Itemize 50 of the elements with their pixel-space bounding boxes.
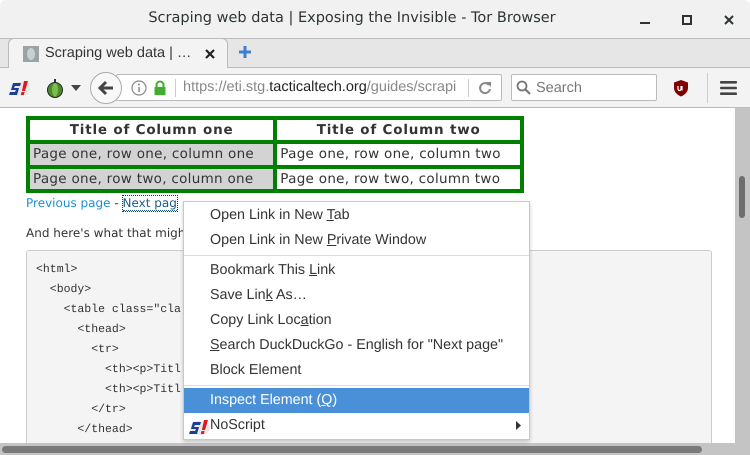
- previous-page-link[interactable]: Previous page: [26, 196, 110, 210]
- code-line: <html>: [36, 262, 78, 278]
- table-cell: Page one, row one, column one: [30, 144, 274, 164]
- url-text: https://eti.stg.tacticaltech.org/guides/scrapi: [183, 78, 458, 97]
- favicon-icon: [23, 46, 39, 62]
- next-page-link[interactable]: Next pag: [122, 196, 177, 211]
- lock-icon: [153, 80, 167, 96]
- noscript-icon: [189, 418, 211, 436]
- info-icon[interactable]: [131, 80, 147, 96]
- onion-icon[interactable]: [46, 78, 64, 98]
- column-header: Title of Column two: [277, 120, 520, 140]
- menu-item[interactable]: Search DuckDuckGo - English for "Next page": [184, 333, 529, 358]
- reload-icon[interactable]: [478, 80, 492, 94]
- window-title: Scraping web data | Exposing the Invisible - Tor Browser: [147, 9, 557, 28]
- address-bar[interactable]: https://eti.stg.tacticaltech.org/guides/scrapi: [116, 74, 502, 101]
- submenu-arrow-icon: [516, 421, 521, 430]
- table-cell: Page one, row two, column one: [30, 168, 274, 189]
- column-header: Title of Column one: [30, 120, 274, 140]
- table-cell: Page one, row one, column two: [277, 144, 520, 164]
- code-line: <thead>: [76, 322, 126, 338]
- separator-text: -: [114, 196, 119, 210]
- code-line: </thead>: [76, 422, 133, 438]
- menu-item[interactable]: Block Element: [184, 358, 529, 383]
- back-arrow-icon: [98, 80, 114, 96]
- menu-item[interactable]: Bookmark This Link: [184, 258, 529, 283]
- minimize-icon: [640, 22, 650, 24]
- code-line: </tr>: [90, 402, 126, 418]
- code-line: <body>: [48, 282, 92, 298]
- code-line: <th><p>Titl: [104, 382, 181, 398]
- maximize-icon: [681, 14, 693, 26]
- search-field[interactable]: Search: [511, 74, 657, 101]
- menu-item[interactable]: Copy Link Location: [184, 308, 529, 333]
- close-icon[interactable]: [205, 48, 215, 58]
- code-line: <th><p>Titl: [104, 362, 181, 378]
- menu-icon[interactable]: [720, 80, 737, 94]
- menu-item[interactable]: Open Link in New Private Window: [184, 228, 529, 253]
- back-button[interactable]: [90, 72, 122, 104]
- menu-item[interactable]: Open Link in New Tab: [184, 203, 529, 228]
- close-icon: [723, 14, 735, 26]
- caret-icon[interactable]: [71, 84, 81, 90]
- noscript-icon: [9, 78, 31, 96]
- browser-tab[interactable]: Scraping web data | …: [8, 38, 228, 68]
- tab-label: Scraping web data | …: [45, 44, 192, 63]
- new-tab-icon[interactable]: [238, 45, 252, 59]
- code-line: <table class="cla: [62, 302, 181, 318]
- code-line: <tr>: [90, 342, 119, 358]
- menu-item[interactable]: NoScript: [184, 413, 529, 438]
- menu-item[interactable]: Save Link As…: [184, 283, 529, 308]
- table-cell: Page one, row two, column two: [277, 168, 520, 189]
- shield-icon[interactable]: [673, 78, 689, 96]
